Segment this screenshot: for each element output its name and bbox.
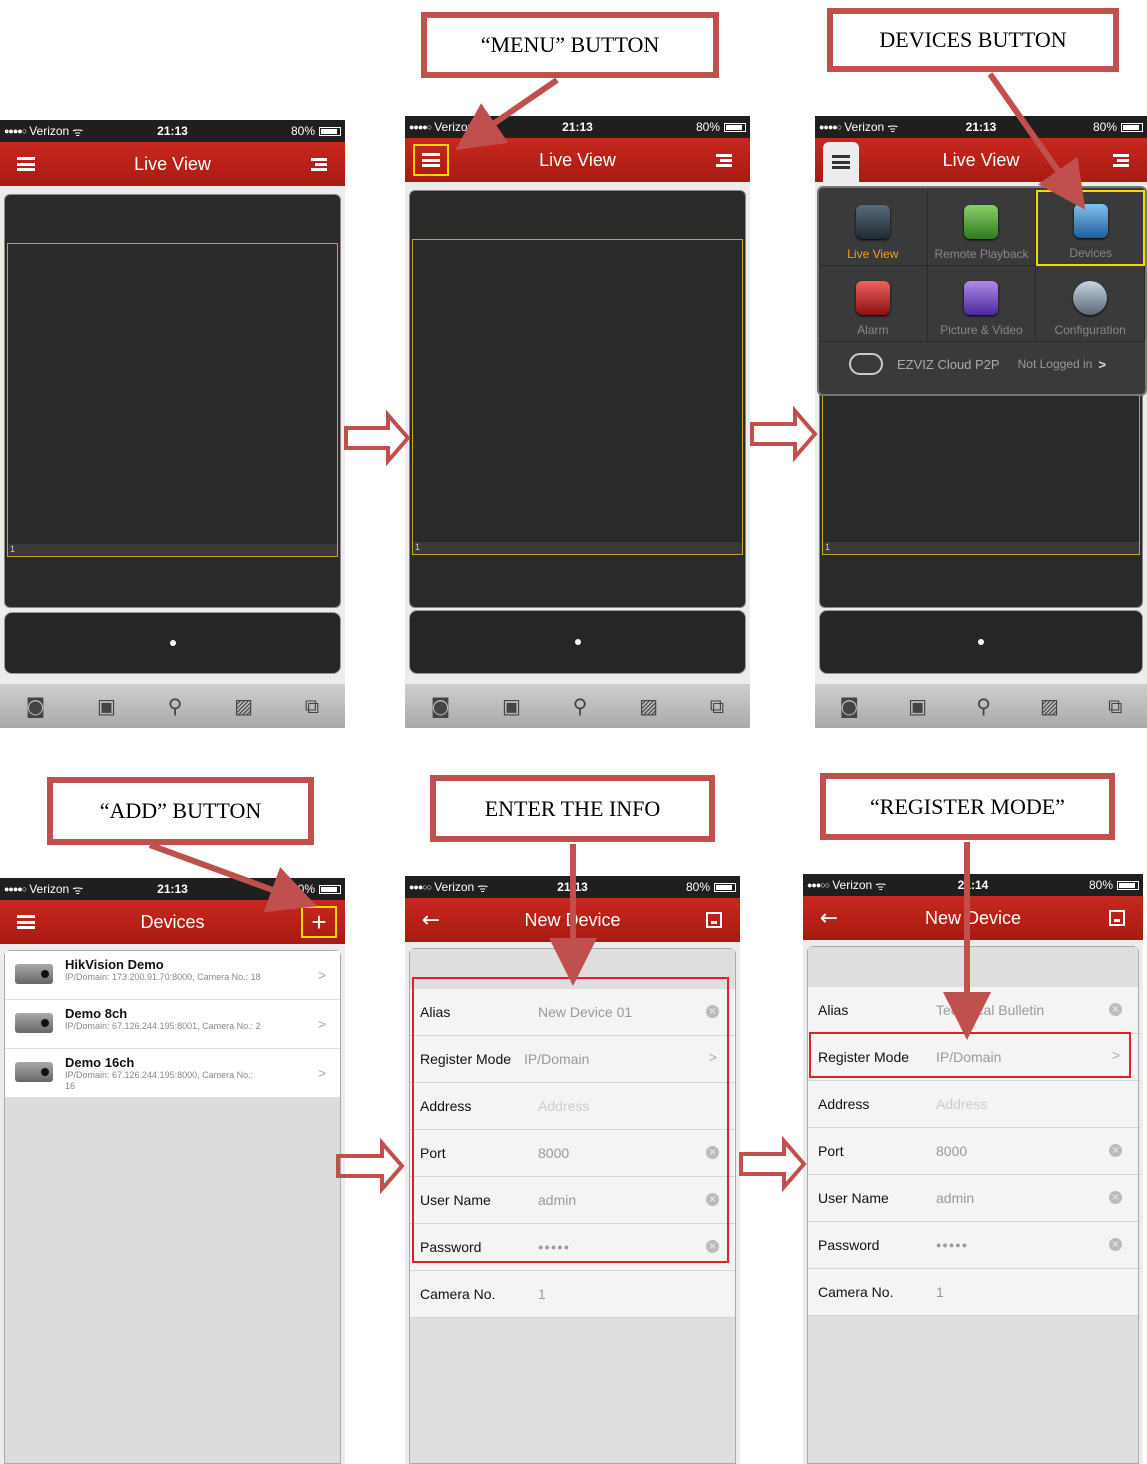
annotation-arrows: [148, 72, 1086, 1195]
flow-arrow-4: [739, 1135, 807, 1193]
arrow-to-devices: [987, 72, 1086, 210]
flow-arrow-2: [750, 405, 818, 463]
flow-arrow-1: [344, 409, 411, 467]
arrow-to-menu: [455, 77, 559, 151]
arrow-to-add: [148, 842, 317, 913]
flow-arrow-3: [336, 1137, 405, 1195]
